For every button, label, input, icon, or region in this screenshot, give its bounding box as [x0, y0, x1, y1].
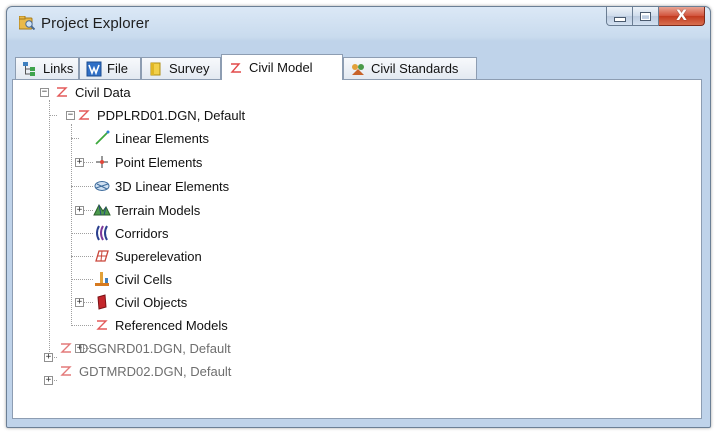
civil-model-icon — [53, 83, 71, 101]
civil-standards-icon — [350, 61, 366, 77]
window-title: Project Explorer — [41, 15, 150, 32]
tree-node-pdplrd01[interactable]: PDPLRD01.DGN, Default — [75, 104, 245, 126]
tab-civil-standards[interactable]: Civil Standards — [343, 57, 477, 79]
tab-file[interactable]: File — [79, 57, 141, 79]
tree-node-civil-objects[interactable]: Civil Objects — [93, 291, 187, 313]
tab-survey[interactable]: Survey — [141, 57, 221, 79]
tree-connector — [71, 279, 93, 280]
tree-node-label: GDTMRD02.DGN, Default — [79, 363, 232, 379]
tree-node-label: Referenced Models — [115, 317, 228, 333]
tree-node-dsgnrd01[interactable]: DSGNRD01.DGN, Default — [57, 337, 231, 359]
civil-model-icon — [57, 362, 75, 380]
civil-model-icon — [57, 339, 75, 357]
links-icon — [22, 61, 38, 77]
maximize-button[interactable] — [633, 7, 659, 26]
tab-label: Civil Model — [249, 60, 313, 75]
tree-node-label: Civil Data — [75, 84, 131, 100]
tree-node-3d-linear-elements[interactable]: 3D Linear Elements — [93, 175, 229, 197]
terrain-model-icon — [93, 201, 111, 219]
tab-civil-model[interactable]: Civil Model — [221, 54, 343, 80]
tree-expander[interactable]: + — [44, 353, 53, 362]
linear-element-icon — [93, 129, 111, 147]
survey-icon — [148, 61, 164, 77]
civil-model-icon — [93, 316, 111, 334]
tree-node-label: 3D Linear Elements — [115, 178, 230, 194]
tree-node-label: Corridors — [115, 225, 169, 241]
file-icon — [86, 61, 102, 77]
tree-node-civil-data[interactable]: Civil Data — [53, 81, 131, 103]
tree-connector — [71, 256, 93, 257]
civil-cell-icon — [93, 270, 111, 288]
close-button[interactable]: X — [659, 7, 705, 26]
project-explorer-icon — [18, 15, 36, 31]
tree-connector — [71, 325, 93, 326]
tree-expander[interactable]: − — [66, 111, 75, 120]
tree-expander[interactable]: + — [75, 298, 84, 307]
point-element-icon — [93, 153, 111, 171]
tree-expander[interactable]: − — [40, 88, 49, 97]
close-icon: X — [676, 8, 687, 24]
tree-connector — [71, 138, 79, 139]
tab-label: Civil Standards — [371, 61, 459, 76]
tree-connector — [71, 124, 72, 324]
tree-expander[interactable]: + — [75, 206, 84, 215]
civil-model-icon — [75, 106, 93, 124]
tree-node-superelevation[interactable]: Superelevation — [93, 245, 202, 267]
3d-linear-element-icon — [93, 177, 111, 195]
civil-model-tree: − Civil Data − PDPLRD01.DGN, Default + L… — [13, 80, 701, 418]
tree-expander[interactable]: + — [75, 158, 84, 167]
tree-node-corridors[interactable]: Corridors — [93, 222, 168, 244]
tree-node-label: Point Elements — [115, 154, 203, 170]
tab-strip: Links File Survey Civil Model Civil Stan… — [12, 54, 702, 80]
tree-connector — [71, 233, 93, 234]
tab-links[interactable]: Links — [15, 57, 79, 79]
tab-label: Links — [43, 61, 74, 76]
maximize-icon — [640, 11, 651, 21]
tree-connector — [49, 115, 57, 116]
tab-label: Survey — [169, 61, 210, 76]
tree-connector — [71, 186, 93, 187]
civil-model-icon — [228, 60, 244, 76]
minimize-icon — [613, 16, 626, 22]
tree-node-label: Linear Elements — [115, 130, 209, 146]
tree-node-terrain-models[interactable]: Terrain Models — [93, 199, 200, 221]
tab-content-panel: − Civil Data − PDPLRD01.DGN, Default + L… — [12, 79, 702, 419]
tree-node-label: Civil Cells — [115, 271, 173, 287]
tab-label: File — [107, 61, 128, 76]
minimize-button[interactable] — [606, 7, 633, 26]
tree-connector — [49, 100, 50, 358]
tree-node-label: Superelevation — [115, 248, 202, 264]
tree-node-point-elements[interactable]: Point Elements — [93, 151, 202, 173]
corridor-icon — [93, 224, 111, 242]
tree-node-gdtmrd02[interactable]: GDTMRD02.DGN, Default — [57, 360, 231, 382]
superelevation-icon — [93, 247, 111, 265]
tree-node-label: Terrain Models — [115, 202, 201, 218]
tree-node-label: PDPLRD01.DGN, Default — [97, 107, 246, 123]
tree-node-label: DSGNRD01.DGN, Default — [79, 340, 231, 356]
project-explorer-window: Project Explorer X Links File Survey Civ… — [6, 6, 711, 428]
civil-object-icon — [93, 293, 111, 311]
tree-node-linear-elements[interactable]: Linear Elements — [93, 127, 209, 149]
tree-node-label: Civil Objects — [115, 294, 188, 310]
tree-node-civil-cells[interactable]: Civil Cells — [93, 268, 172, 290]
title-bar[interactable]: Project Explorer X — [7, 7, 710, 39]
tree-node-referenced-models[interactable]: Referenced Models — [93, 314, 228, 336]
tree-expander[interactable]: + — [44, 376, 53, 385]
